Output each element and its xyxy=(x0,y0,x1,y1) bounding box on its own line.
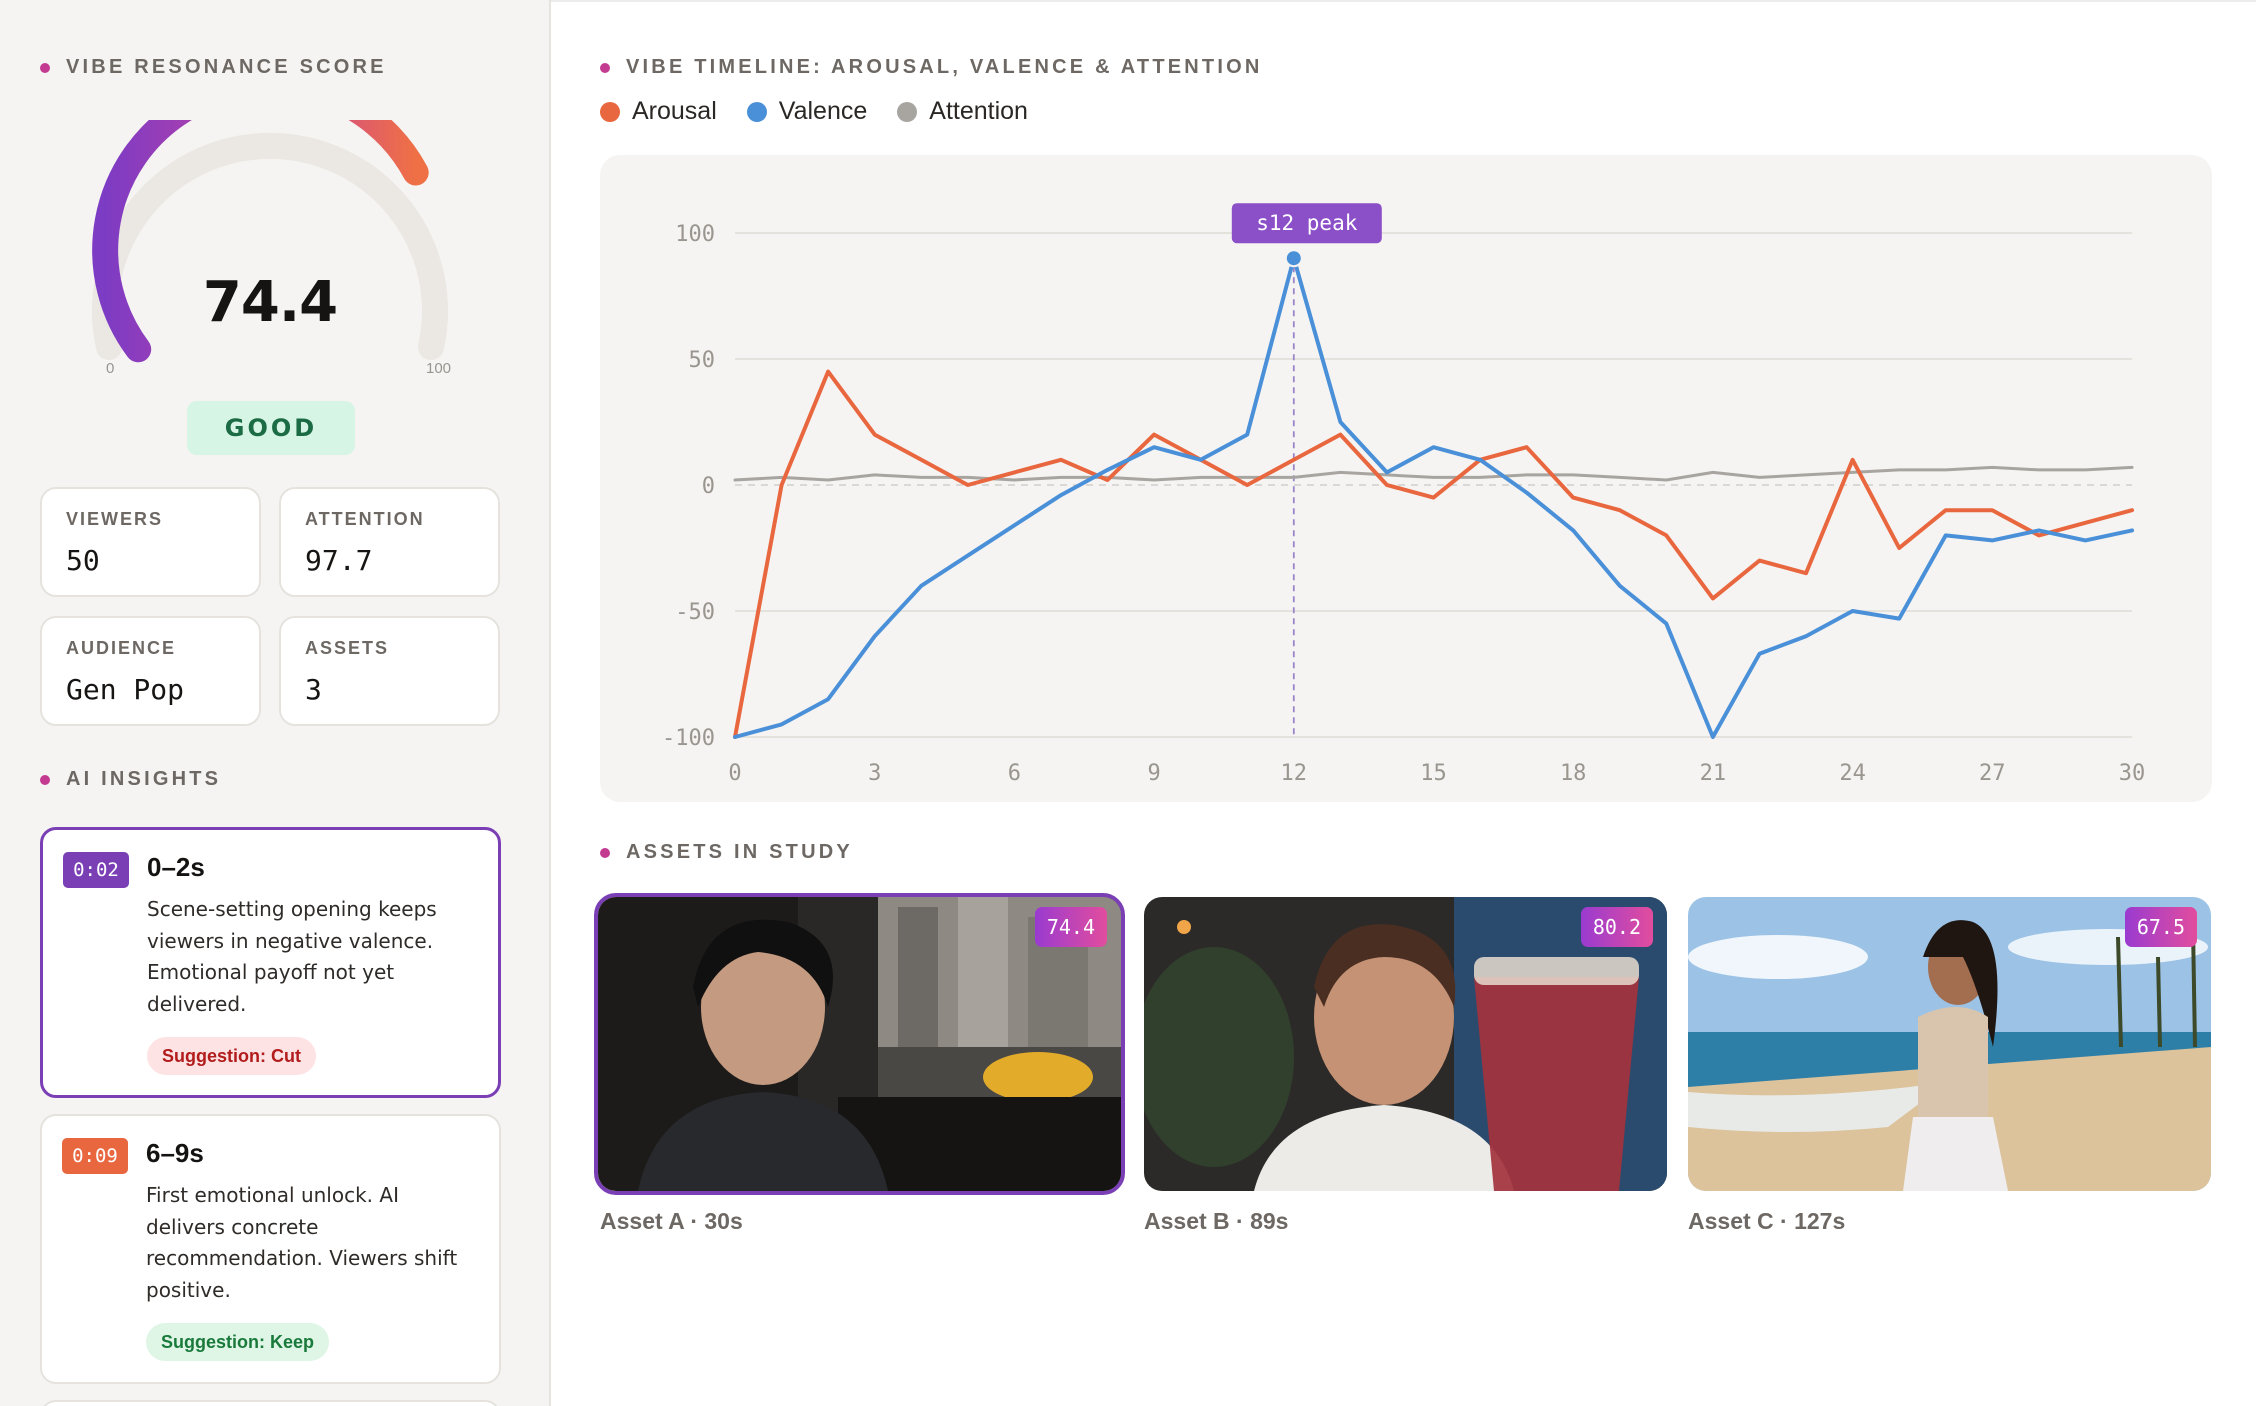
suggestion-badge: Suggestion: Cut xyxy=(147,1037,316,1075)
asset-score-badge: 67.5 xyxy=(2124,907,2197,947)
stat-card-assets: ASSETS 3 xyxy=(279,616,500,726)
x-tick-label: 15 xyxy=(1420,761,1447,786)
asset-label-b: Asset B · 89s xyxy=(1144,1208,1289,1234)
insight-title: 0–2s xyxy=(147,852,205,882)
timestamp-badge[interactable]: 0:09 xyxy=(62,1138,128,1174)
stat-value: 97.7 xyxy=(305,544,373,577)
stat-card-audience: AUDIENCE Gen Pop xyxy=(40,616,261,726)
stat-value: Gen Pop xyxy=(66,673,185,706)
insight-body: Scene-setting opening keeps viewers in n… xyxy=(147,897,437,1016)
assets-section-title-text: ASSETS IN STUDY xyxy=(626,841,853,863)
asset-score-badge: 80.2 xyxy=(1580,907,1653,947)
x-tick-label: 21 xyxy=(1700,761,1727,786)
y-tick-label: 0 xyxy=(702,474,715,499)
insight-body: First emotional unlock. AI delivers conc… xyxy=(146,1183,458,1302)
legend-label: Attention xyxy=(929,97,1028,125)
insights-section-title-text: AI INSIGHTS xyxy=(66,768,222,790)
timeline-chart: 100 50 0 -50 -100 0 3 6 9 12 15 18 21 24 27 30 s12 peak xyxy=(662,203,2146,786)
x-tick-label: 18 xyxy=(1560,761,1587,786)
y-tick-label: -50 xyxy=(675,600,715,625)
insight-card-next[interactable] xyxy=(40,1400,501,1406)
stat-label: ASSETS xyxy=(305,638,390,658)
gauge-svg xyxy=(92,72,448,363)
y-tick-label: 100 xyxy=(675,222,715,247)
section-dot-icon xyxy=(600,847,610,858)
stat-card-attention: ATTENTION 97.7 xyxy=(279,487,500,597)
stat-card-viewers: VIEWERS 50 xyxy=(40,487,261,597)
valence-dot-icon xyxy=(746,101,767,122)
insight-card-6-9s[interactable]: 0:09 6–9s First emotional unlock. AI del… xyxy=(40,1114,501,1384)
timeline-section-title-text: VIBE TIMELINE: AROUSAL, VALENCE & ATTENT… xyxy=(626,56,1263,78)
series-line-arousal xyxy=(733,369,2134,739)
insights-section-title: AI INSIGHTS xyxy=(40,768,221,791)
asset-card-a[interactable]: 74.4 xyxy=(594,893,1125,1195)
x-tick-label: 6 xyxy=(1008,761,1021,786)
score-gauge: 74.4 0 100 xyxy=(80,72,460,390)
gauge-score-value: 74.4 xyxy=(202,270,338,335)
arousal-dot-icon xyxy=(600,101,620,122)
x-tick-label: 0 xyxy=(728,761,741,786)
sidebar: VIBE RESONANCE SCORE 74.4 0 100 GOOD VIE… xyxy=(0,0,551,1406)
section-dot-icon xyxy=(600,62,610,73)
legend-label: Arousal xyxy=(632,97,717,125)
attention-dot-icon xyxy=(897,101,918,122)
legend-item-valence[interactable]: Valence xyxy=(746,97,868,126)
chart-legend: Arousal Valence Attention xyxy=(600,97,1028,126)
asset-score-badge: 74.4 xyxy=(1034,907,1107,947)
stat-value: 50 xyxy=(66,544,100,577)
x-tick-label: 24 xyxy=(1839,761,1866,786)
timestamp-badge[interactable]: 0:02 xyxy=(63,852,129,888)
y-tick-label: 50 xyxy=(689,348,716,373)
stat-label: AUDIENCE xyxy=(66,638,177,658)
gauge-max-label: 100 xyxy=(426,360,452,377)
asset-label-c: Asset C · 127s xyxy=(1688,1208,1846,1234)
x-tick-label: 12 xyxy=(1281,761,1308,786)
stat-value: 3 xyxy=(305,673,322,706)
legend-item-attention[interactable]: Attention xyxy=(897,97,1028,126)
x-tick-label: 9 xyxy=(1147,761,1160,786)
section-dot-icon xyxy=(40,774,50,785)
score-section-title: VIBE RESONANCE SCORE xyxy=(40,56,387,79)
x-tick-label: 30 xyxy=(2119,761,2146,786)
asset-label-a: Asset A · 30s xyxy=(600,1208,743,1234)
rating-badge: GOOD xyxy=(187,401,355,455)
legend-item-arousal[interactable]: Arousal xyxy=(600,97,717,126)
y-tick-label: -100 xyxy=(662,726,715,751)
asset-card-b[interactable]: 80.2 xyxy=(1144,897,1667,1191)
timeline-chart-panel: 100 50 0 -50 -100 0 3 6 9 12 15 18 21 24 27 30 s12 peak xyxy=(600,155,2212,802)
score-section-title-text: VIBE RESONANCE SCORE xyxy=(66,56,387,78)
legend-label: Valence xyxy=(778,97,868,125)
top-border xyxy=(551,0,2256,2)
asset-card-c[interactable]: 67.5 xyxy=(1688,897,2211,1191)
suggestion-badge: Suggestion: Keep xyxy=(146,1323,330,1361)
section-dot-icon xyxy=(40,62,50,73)
x-tick-label: 3 xyxy=(868,761,881,786)
peak-marker xyxy=(1284,249,1303,268)
stat-label: VIEWERS xyxy=(66,509,164,529)
timeline-section-title: VIBE TIMELINE: AROUSAL, VALENCE & ATTENT… xyxy=(600,56,1263,79)
gauge-min-label: 0 xyxy=(106,360,115,377)
insight-title: 6–9s xyxy=(146,1138,204,1168)
stat-label: ATTENTION xyxy=(305,509,425,529)
x-tick-label: 27 xyxy=(1979,761,2006,786)
insight-card-0-2s[interactable]: 0:02 0–2s Scene-setting opening keeps vi… xyxy=(40,827,501,1098)
assets-section-title: ASSETS IN STUDY xyxy=(600,841,853,864)
annotation-label: s12 peak xyxy=(1256,211,1358,235)
